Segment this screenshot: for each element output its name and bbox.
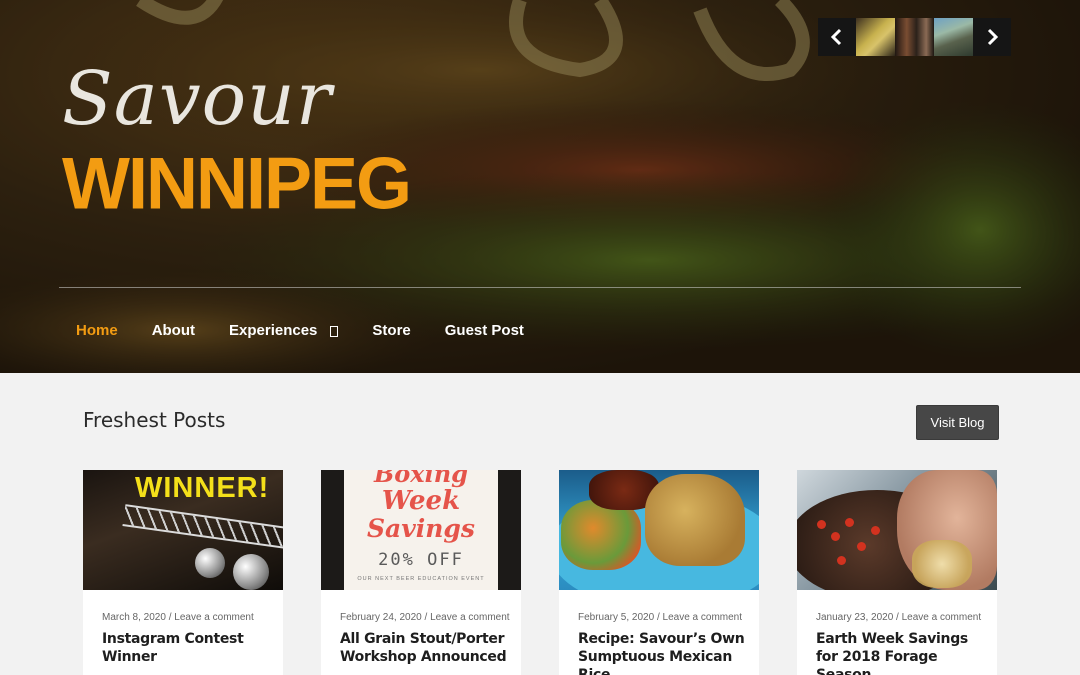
nav-item-label: Experiences — [229, 322, 318, 339]
image-detail — [831, 532, 840, 541]
slider-thumbnail[interactable] — [934, 18, 973, 56]
image-detail — [122, 504, 283, 554]
dropdown-icon — [330, 326, 339, 337]
chevron-left-icon — [830, 28, 842, 46]
post-title[interactable]: Instagram Contest Winner — [102, 630, 272, 666]
post-thumbnail-image[interactable] — [797, 470, 997, 590]
image-detail — [837, 556, 846, 565]
nav-item-about[interactable]: About — [152, 322, 195, 339]
post-date[interactable]: February 24, 2020 — [340, 612, 422, 623]
leave-comment-link[interactable]: Leave a comment — [902, 612, 982, 623]
image-caption: Savings — [366, 514, 475, 543]
post-card[interactable]: Boxing Week Savings 20% OFF OUR NEXT BEE… — [321, 470, 521, 675]
chevron-right-icon — [987, 28, 999, 46]
visit-blog-button[interactable]: Visit Blog — [916, 405, 999, 440]
nav-item-guest-post[interactable]: Guest Post — [445, 322, 524, 339]
image-detail — [233, 554, 269, 590]
slider-next-button[interactable] — [973, 18, 1011, 56]
slider-prev-button[interactable] — [818, 18, 856, 56]
post-date[interactable]: March 8, 2020 — [102, 612, 166, 623]
image-caption: Week — [381, 486, 461, 516]
main-navigation: Home About Experiences Store Guest Post — [76, 322, 558, 339]
image-detail — [645, 474, 745, 566]
image-caption: OUR NEXT BEER EDUCATION EVENT — [357, 576, 485, 582]
meta-separator: / — [421, 612, 431, 623]
section-title: Freshest Posts — [83, 408, 226, 432]
post-meta: March 8, 2020 / Leave a comment — [102, 612, 254, 623]
header-divider — [59, 287, 1021, 288]
nav-item-home[interactable]: Home — [76, 322, 118, 339]
meta-separator: / — [893, 612, 902, 623]
post-meta: February 5, 2020 / Leave a comment — [578, 612, 742, 623]
post-thumbnail-image[interactable]: WINNER! — [83, 470, 283, 590]
hero-header: Savour WINNIPEG Home About Experiences S… — [0, 0, 1080, 373]
image-detail — [871, 526, 880, 535]
post-card[interactable]: WINNER! March 8, 2020 / Leave a comment … — [83, 470, 283, 675]
slider-thumbnail[interactable] — [895, 18, 934, 56]
image-caption: WINNER! — [135, 472, 270, 504]
image-detail — [857, 542, 866, 551]
image-detail — [561, 500, 641, 570]
header-slider-controls — [818, 18, 1011, 57]
logo-savour-text: Savour — [62, 56, 333, 142]
post-title[interactable]: Earth Week Savings for 2018 Forage Seaso… — [816, 630, 986, 675]
image-detail — [195, 548, 225, 578]
nav-item-experiences[interactable]: Experiences — [229, 322, 339, 339]
slider-thumbnail[interactable] — [856, 18, 895, 56]
leave-comment-link[interactable]: Leave a comment — [663, 612, 743, 623]
leave-comment-link[interactable]: Leave a comment — [174, 612, 254, 623]
image-caption: Boxing — [374, 470, 468, 488]
post-date[interactable]: February 5, 2020 — [578, 612, 654, 623]
post-title[interactable]: All Grain Stout/Porter Workshop Announce… — [340, 630, 510, 666]
image-caption: 20% OFF — [378, 550, 464, 570]
post-title[interactable]: Recipe: Savour’s Own Sumptuous Mexican R… — [578, 630, 748, 675]
post-meta: January 23, 2020 / Leave a comment — [816, 612, 981, 623]
post-card[interactable]: February 5, 2020 / Leave a comment Recip… — [559, 470, 759, 675]
post-date[interactable]: January 23, 2020 — [816, 612, 893, 623]
logo-winnipeg-text: WINNIPEG — [62, 143, 412, 225]
image-detail — [817, 520, 826, 529]
image-detail — [845, 518, 854, 527]
meta-separator: / — [654, 612, 663, 623]
image-detail — [912, 540, 972, 588]
post-meta: February 24, 2020 / Leave a comment — [340, 612, 510, 623]
post-thumbnail-image[interactable]: Boxing Week Savings 20% OFF OUR NEXT BEE… — [321, 470, 521, 590]
leave-comment-link[interactable]: Leave a comment — [430, 612, 510, 623]
post-card[interactable]: January 23, 2020 / Leave a comment Earth… — [797, 470, 997, 675]
post-thumbnail-image[interactable] — [559, 470, 759, 590]
nav-item-store[interactable]: Store — [372, 322, 410, 339]
